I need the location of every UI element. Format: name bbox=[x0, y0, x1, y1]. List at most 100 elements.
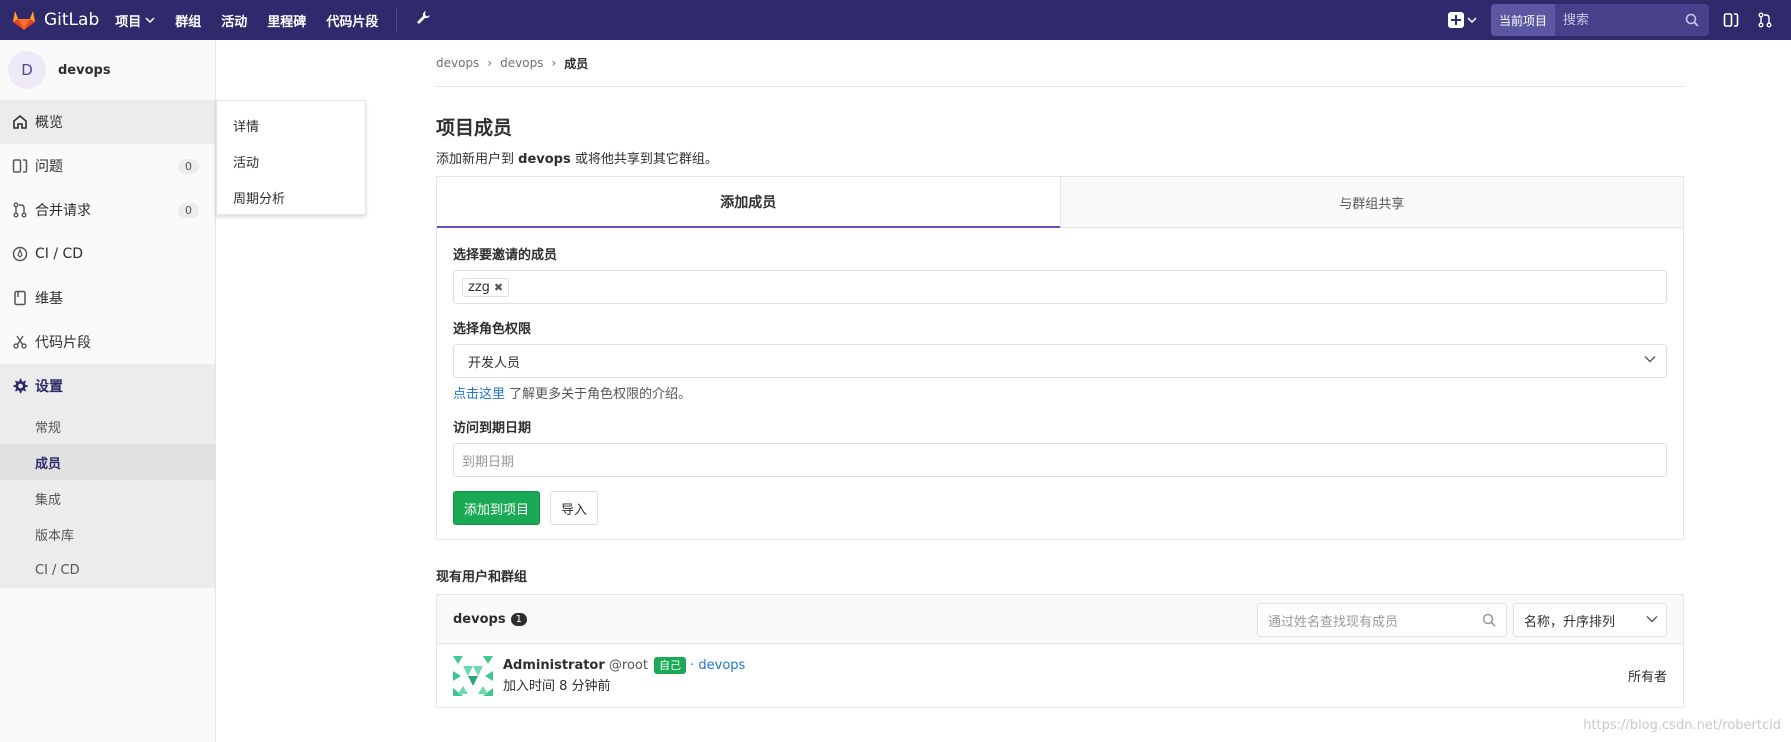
desc-project: devops bbox=[518, 152, 571, 167]
sidebar-item-issues[interactable]: 问题 0 bbox=[0, 144, 215, 188]
sidebar-subitem-ci-cd[interactable]: CI / CD bbox=[0, 552, 215, 588]
search-icon[interactable] bbox=[1482, 613, 1496, 627]
sidebar-item-label: 问题 bbox=[35, 159, 63, 175]
global-search: 当前项目 bbox=[1490, 4, 1709, 36]
issues-count-badge: 0 bbox=[178, 158, 199, 174]
member-handle: @root bbox=[608, 658, 648, 673]
sidebar-item-wiki[interactable]: 维基 bbox=[0, 276, 215, 320]
help-text: 了解更多关于角色权限的介绍。 bbox=[505, 387, 692, 402]
page-title: 项目成员 bbox=[436, 117, 513, 139]
member-search-placeholder: 通过姓名查找现有成员 bbox=[1268, 614, 1399, 630]
flyout-item-details[interactable]: 详情 bbox=[217, 107, 365, 143]
member-search-input[interactable]: 通过姓名查找现有成员 bbox=[1257, 603, 1507, 637]
chevron-right-icon: › bbox=[487, 56, 493, 70]
main-nav: 项目 群组 活动 里程碑 代码片段 bbox=[115, 11, 378, 30]
flyout-item-cycle-analytics[interactable]: 周期分析 bbox=[217, 179, 365, 215]
desc-prefix: 添加新用户到 bbox=[436, 152, 519, 167]
role-label: 选择角色权限 bbox=[453, 322, 532, 337]
sort-label: 名称，升序排列 bbox=[1524, 614, 1616, 630]
existing-members-title: 现有用户和群组 bbox=[436, 570, 528, 585]
scissors-icon bbox=[12, 334, 28, 350]
members-count-badge: 1 bbox=[510, 612, 527, 626]
merge-requests-count-badge: 0 bbox=[178, 202, 199, 218]
role-help-text: 点击这里 了解更多关于角色权限的介绍。 bbox=[453, 383, 1667, 402]
main-content: devops › devops › 成员 项目成员 添加新用户到 devops … bbox=[436, 40, 1684, 708]
merge-request-icon bbox=[1758, 12, 1772, 28]
desc-suffix: 或将他共享到其它群组。 bbox=[570, 152, 718, 167]
book-icon bbox=[12, 290, 28, 306]
sidebar-project-header[interactable]: D devops bbox=[0, 40, 215, 100]
breadcrumb-project[interactable]: devops bbox=[500, 56, 543, 70]
gitlab-logo[interactable]: GitLab bbox=[12, 9, 99, 31]
member-name[interactable]: Administrator bbox=[503, 658, 605, 673]
nav-groups[interactable]: 群组 bbox=[175, 11, 201, 30]
expiration-date-input[interactable]: 到期日期 bbox=[453, 443, 1667, 477]
breadcrumb-current[interactable]: 成员 bbox=[564, 55, 588, 72]
invite-members-input[interactable]: zzg ✖ bbox=[453, 270, 1667, 304]
new-dropdown-button[interactable] bbox=[1447, 12, 1477, 28]
search-input[interactable] bbox=[1555, 4, 1685, 36]
role-select[interactable]: 开发人员 bbox=[453, 344, 1667, 378]
sidebar-subitem-repository[interactable]: 版本库 bbox=[0, 516, 215, 552]
sidebar-subitem-members[interactable]: 成员 bbox=[0, 444, 215, 480]
flyout-item-activity[interactable]: 活动 bbox=[217, 143, 365, 179]
sidebar-item-label: 设置 bbox=[35, 379, 63, 395]
watermark: https://blog.csdn.net/robertcid bbox=[1583, 718, 1781, 733]
you-badge: 自己 bbox=[654, 657, 686, 674]
brand-name: GitLab bbox=[44, 10, 100, 30]
invite-label: 选择要邀请的成员 bbox=[453, 248, 558, 263]
sidebar-item-snippets[interactable]: 代码片段 bbox=[0, 320, 215, 364]
merge-request-icon bbox=[12, 202, 28, 218]
member-sort-dropdown[interactable]: 名称，升序排列 bbox=[1513, 603, 1667, 637]
merge-requests-shortcut-button[interactable] bbox=[1757, 12, 1773, 28]
sidebar-item-overview[interactable]: 概览 bbox=[0, 100, 215, 144]
token-label: zzg bbox=[468, 279, 490, 295]
sidebar-subitem-general[interactable]: 常规 bbox=[0, 408, 215, 444]
members-group-name: devops bbox=[453, 611, 506, 627]
nav-divider bbox=[396, 8, 398, 32]
form-actions: 添加到项目 导入 bbox=[453, 491, 1667, 525]
search-icon bbox=[1685, 4, 1709, 36]
sidebar-item-merge-requests[interactable]: 合并请求 0 bbox=[0, 188, 215, 232]
sidebar-item-label: 维基 bbox=[35, 291, 63, 307]
chevron-down-icon bbox=[1646, 616, 1658, 623]
breadcrumb: devops › devops › 成员 bbox=[436, 40, 1684, 87]
add-member-form: 选择要邀请的成员 zzg ✖ 选择角色权限 开发人员 点击这里 了解更多关于角色权… bbox=[436, 228, 1684, 540]
close-icon[interactable]: ✖ bbox=[494, 281, 503, 294]
sidebar-item-label: 代码片段 bbox=[35, 335, 91, 351]
project-name: devops bbox=[58, 62, 111, 78]
sidebar-subitem-integrations[interactable]: 集成 bbox=[0, 480, 215, 516]
member-role: 所有者 bbox=[1627, 670, 1667, 685]
tab-share-with-group[interactable]: 与群组共享 bbox=[1059, 177, 1683, 228]
settings-submenu: 常规 成员 集成 版本库 CI / CD bbox=[0, 408, 215, 588]
chevron-down-icon bbox=[1644, 356, 1656, 363]
user-avatar bbox=[453, 655, 493, 696]
add-to-project-button[interactable]: 添加到项目 bbox=[453, 491, 541, 525]
member-info: Administrator @root 自己 · devops 加入时间 8 分钟… bbox=[503, 657, 745, 694]
top-navbar: GitLab 项目 群组 活动 里程碑 代码片段 当前项目 bbox=[0, 0, 1791, 40]
project-sidebar: D devops 概览 问题 0 合并请求 0 CI / CD 维基 代码片段 … bbox=[0, 40, 216, 742]
nav-snippets[interactable]: 代码片段 bbox=[326, 11, 378, 30]
issues-shortcut-button[interactable] bbox=[1723, 12, 1739, 28]
gear-icon bbox=[12, 378, 28, 394]
nav-projects[interactable]: 项目 bbox=[115, 11, 155, 30]
sidebar-item-label: CI / CD bbox=[35, 246, 84, 262]
wrench-icon bbox=[417, 11, 431, 24]
rocket-icon bbox=[12, 246, 28, 262]
sidebar-item-ci-cd[interactable]: CI / CD bbox=[0, 232, 215, 276]
search-scope-badge[interactable]: 当前项目 bbox=[1490, 4, 1555, 36]
member-name-line: Administrator @root 自己 · devops bbox=[503, 657, 745, 674]
import-button[interactable]: 导入 bbox=[550, 491, 599, 525]
tab-add-member[interactable]: 添加成员 bbox=[437, 177, 1060, 228]
sidebar-item-settings[interactable]: 设置 bbox=[0, 364, 215, 408]
nav-projects-label: 项目 bbox=[115, 14, 142, 30]
expire-placeholder: 到期日期 bbox=[462, 454, 515, 470]
chevron-down-icon bbox=[1467, 17, 1477, 23]
chevron-down-icon bbox=[145, 17, 155, 23]
nav-milestones[interactable]: 里程碑 bbox=[267, 11, 306, 30]
breadcrumb-namespace[interactable]: devops bbox=[436, 56, 479, 70]
nav-activity[interactable]: 活动 bbox=[221, 11, 247, 30]
admin-area-button[interactable] bbox=[415, 10, 431, 30]
role-help-link[interactable]: 点击这里 bbox=[453, 387, 505, 402]
member-source-link[interactable]: · devops bbox=[690, 658, 745, 673]
